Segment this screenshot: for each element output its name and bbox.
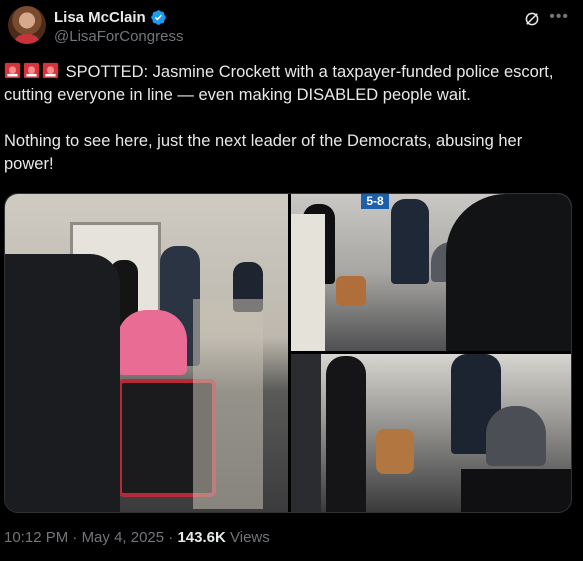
- tweet-paragraph-2: Nothing to see here, just the next leade…: [4, 132, 527, 173]
- photo-1[interactable]: [5, 194, 288, 512]
- rotating-light-icon: [23, 62, 40, 79]
- more-options-icon[interactable]: •••: [549, 8, 569, 26]
- rotating-light-icon: [4, 62, 21, 79]
- gate-sign: 5-8: [361, 194, 389, 209]
- photo-2[interactable]: 5-8: [291, 194, 571, 351]
- views-label: Views: [230, 529, 270, 546]
- grok-icon[interactable]: [523, 10, 541, 28]
- media-grid: 5-8: [4, 193, 572, 513]
- meta-separator: ·: [168, 529, 174, 546]
- tweet-metadata: 10:12 PM · May 4, 2025 · 143.6K Views: [4, 529, 270, 546]
- emoji-group: [4, 62, 61, 81]
- photo-3[interactable]: [291, 354, 571, 512]
- meta-separator: ·: [72, 529, 78, 546]
- tweet-paragraph-1: SPOTTED: Jasmine Crockett with a taxpaye…: [4, 63, 559, 104]
- tweet-date[interactable]: May 4, 2025: [82, 529, 165, 546]
- tweet-header: Lisa McClain @LisaForCongress •••: [8, 6, 575, 46]
- avatar[interactable]: [8, 6, 46, 44]
- author-name-row: Lisa McClain: [54, 9, 167, 26]
- views-count: 143.6K: [177, 529, 226, 546]
- author-handle[interactable]: @LisaForCongress: [54, 28, 183, 45]
- verified-badge-icon: [150, 10, 166, 25]
- author-display-name[interactable]: Lisa McClain: [54, 9, 146, 26]
- tweet-text: SPOTTED: Jasmine Crockett with a taxpaye…: [4, 61, 574, 176]
- tweet-time[interactable]: 10:12 PM: [4, 529, 68, 546]
- rotating-light-icon: [42, 62, 59, 79]
